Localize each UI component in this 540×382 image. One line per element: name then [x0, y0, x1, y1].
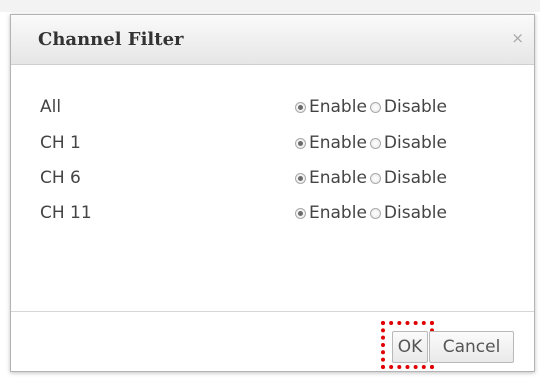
disable-label[interactable]: Disable — [384, 95, 447, 119]
background-page — [0, 0, 540, 12]
ok-button[interactable]: OK — [392, 331, 428, 363]
filter-row-ch6: CH 6 Enable Disable — [11, 166, 534, 190]
enable-label[interactable]: Enable — [309, 201, 367, 225]
filter-row-ch1: CH 1 Enable Disable — [11, 131, 534, 155]
disable-label[interactable]: Disable — [384, 166, 447, 190]
filter-row-ch11: CH 11 Enable Disable — [11, 201, 534, 225]
enable-radio[interactable] — [295, 207, 306, 219]
disable-radio[interactable] — [369, 101, 381, 113]
close-icon[interactable]: × — [511, 29, 524, 47]
filter-label: All — [40, 97, 62, 117]
disable-radio[interactable] — [369, 207, 381, 219]
disable-label[interactable]: Disable — [384, 201, 447, 225]
enable-label[interactable]: Enable — [309, 95, 367, 119]
disable-radio[interactable] — [369, 172, 381, 184]
enable-radio[interactable] — [295, 101, 306, 113]
cancel-button[interactable]: Cancel — [429, 331, 514, 363]
filter-row-all: All Enable Disable — [11, 95, 534, 119]
radio-group: Enable Disable — [295, 201, 447, 225]
disable-radio[interactable] — [369, 137, 381, 149]
radio-group: Enable Disable — [295, 95, 447, 119]
enable-label[interactable]: Enable — [309, 131, 367, 155]
radio-group: Enable Disable — [295, 131, 447, 155]
dialog-title: Channel Filter — [38, 29, 184, 50]
channel-filter-dialog: Channel Filter × All Enable Disable CH 1… — [10, 14, 535, 372]
enable-label[interactable]: Enable — [309, 166, 367, 190]
filter-label: CH 11 — [40, 203, 92, 223]
enable-radio[interactable] — [295, 137, 306, 149]
filter-label: CH 1 — [40, 133, 81, 153]
footer-divider — [11, 311, 534, 312]
enable-radio[interactable] — [295, 172, 306, 184]
radio-group: Enable Disable — [295, 166, 447, 190]
filter-label: CH 6 — [40, 168, 81, 188]
disable-label[interactable]: Disable — [384, 131, 447, 155]
dialog-header: Channel Filter × — [11, 15, 534, 65]
